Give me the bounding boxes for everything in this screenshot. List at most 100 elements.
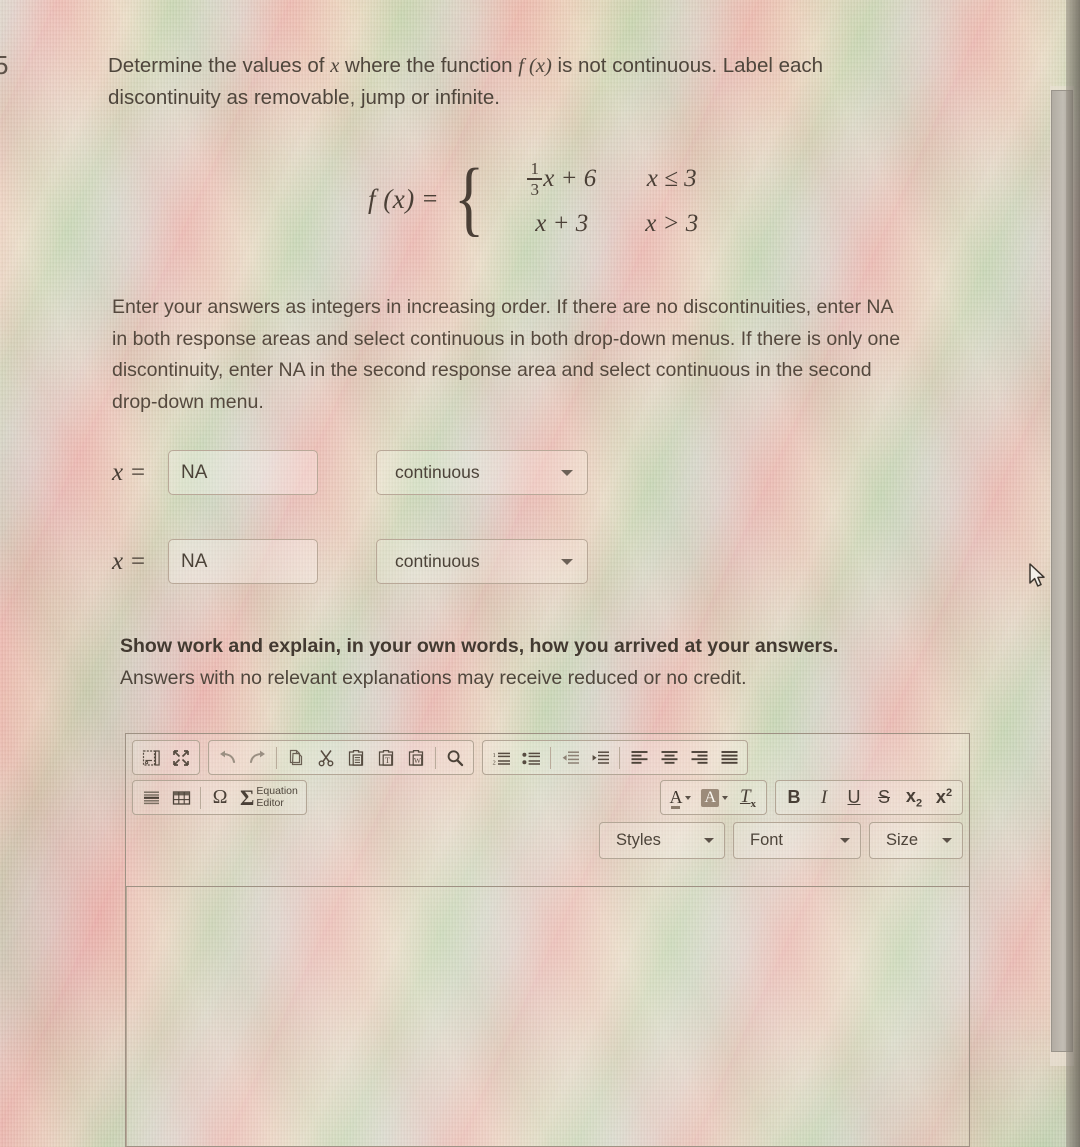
answer-2-input[interactable]: NA <box>168 539 318 584</box>
toolbar-group-colors: A A Tx <box>660 780 767 815</box>
equation-editor-line-2: Editor <box>256 796 284 809</box>
text-color-icon[interactable]: A <box>664 783 696 812</box>
undo-icon[interactable] <box>212 743 242 772</box>
horizontal-rule-icon[interactable] <box>136 783 166 812</box>
case-1-expression: 1 3 x + 6 <box>498 160 626 198</box>
superscript-mark: 2 <box>945 787 953 799</box>
equation-editor-label: Equation Editor <box>256 785 297 809</box>
question-number: 5 <box>0 50 9 80</box>
toolbar-group-paragraph: 1 2 <box>482 740 748 775</box>
prompt-part-2: where the function <box>339 54 519 77</box>
show-work-instruction: Show work and explain, in your own words… <box>120 630 910 694</box>
chevron-down-icon <box>561 558 573 565</box>
mouse-cursor <box>1028 562 1048 595</box>
underline-icon[interactable]: U <box>839 783 869 812</box>
answer-2-value: NA <box>181 550 208 572</box>
answer-row-2: x = NA continuous <box>112 539 588 584</box>
editor-content-inner[interactable] <box>126 887 969 1146</box>
toolbar-separator <box>200 786 201 809</box>
maximize-icon[interactable] <box>166 743 196 772</box>
italic-icon[interactable]: I <box>809 783 839 812</box>
background-color-icon[interactable]: A <box>696 783 733 812</box>
fraction-numerator: 1 <box>530 159 539 178</box>
question-page: 5 Determine the values of x where the fu… <box>0 0 1080 1147</box>
show-work-rest: Answers with no relevant explanations ma… <box>120 667 747 689</box>
paste-text-icon[interactable]: T <box>371 743 401 772</box>
toolbar-group-document <box>132 740 200 775</box>
prompt-part-1: Determine the values of <box>108 54 331 77</box>
styles-dropdown-label: Styles <box>616 831 661 849</box>
formula-equals: = <box>422 184 438 214</box>
chevron-down-icon <box>561 469 573 476</box>
cut-icon[interactable] <box>311 743 341 772</box>
prompt-variable-x: x <box>330 55 340 77</box>
justify-icon[interactable] <box>714 743 744 772</box>
case-2-expression: x + 3 <box>535 210 589 238</box>
source-icon[interactable] <box>136 743 166 772</box>
strikethrough-icon[interactable]: S <box>869 783 899 812</box>
svg-text:T: T <box>385 756 390 765</box>
outdent-icon[interactable] <box>555 743 585 772</box>
special-character-icon[interactable]: Ω <box>205 783 235 812</box>
align-left-icon[interactable] <box>624 743 654 772</box>
toolbar-group-clipboard: T W <box>208 740 474 775</box>
strikethrough-glyph: S <box>877 787 890 807</box>
size-dropdown[interactable]: Size <box>869 822 963 859</box>
toolbar-row-1: T W 1 2 <box>132 740 963 775</box>
redo-icon[interactable] <box>242 743 272 772</box>
font-dropdown[interactable]: Font <box>733 822 861 859</box>
numbered-list-icon[interactable]: 1 2 <box>486 743 516 772</box>
align-center-icon[interactable] <box>654 743 684 772</box>
chevron-down-icon <box>722 795 728 800</box>
sigma-icon: Σ <box>240 784 255 810</box>
subscript-icon[interactable]: x2 <box>899 783 929 812</box>
remove-format-glyph: Tx <box>739 785 757 810</box>
rich-text-editor[interactable]: T W 1 2 Ω Σ Equation Editor A A Tx B I U… <box>125 733 970 1147</box>
answer-1-label: x = <box>112 458 147 486</box>
superscript-glyph: x2 <box>936 787 952 808</box>
answer-1-value: NA <box>181 461 208 483</box>
toolbar-separator <box>550 746 551 769</box>
copy-icon[interactable] <box>281 743 311 772</box>
remove-format-icon[interactable]: Tx <box>733 783 763 812</box>
toolbar-group-insert: Ω Σ Equation Editor <box>132 780 307 815</box>
fraction-one-third: 1 3 <box>527 159 543 198</box>
find-icon[interactable] <box>440 743 470 772</box>
answer-2-dropdown-value: continuous <box>395 551 480 571</box>
answer-2-label: x = <box>112 547 147 575</box>
editor-content-area[interactable] <box>126 886 969 1146</box>
paste-icon[interactable] <box>341 743 371 772</box>
answer-1-input[interactable]: NA <box>168 450 318 495</box>
table-icon[interactable] <box>166 783 196 812</box>
case-1-condition: x ≤ 3 <box>646 165 697 193</box>
subscript-glyph: x2 <box>906 786 922 810</box>
formula-case-1: 1 3 x + 6 x ≤ 3 <box>498 160 718 198</box>
formula-case-2: x + 3 x > 3 <box>498 210 718 238</box>
svg-text:W: W <box>414 756 422 765</box>
answer-instructions: Enter your answers as integers in increa… <box>112 296 901 413</box>
equation-editor-button[interactable]: Σ Equation Editor <box>235 783 303 812</box>
align-right-icon[interactable] <box>684 743 714 772</box>
bold-icon[interactable]: B <box>779 783 809 812</box>
svg-text:2: 2 <box>492 759 495 765</box>
subscript-base: x <box>905 785 916 806</box>
styles-dropdown[interactable]: Styles <box>599 822 725 859</box>
indent-icon[interactable] <box>585 743 615 772</box>
answer-2-dropdown[interactable]: continuous <box>376 539 588 584</box>
subscript-mark: 2 <box>915 797 923 810</box>
toolbar-row-2: Ω Σ Equation Editor A A Tx B I U S x2 x2 <box>132 780 963 815</box>
toolbar-group-basicstyles: B I U S x2 x2 <box>775 780 963 815</box>
bold-glyph: B <box>787 787 801 807</box>
background-color-glyph: A <box>701 788 719 807</box>
answer-1-dropdown[interactable]: continuous <box>376 450 588 495</box>
paste-word-icon[interactable]: W <box>401 743 431 772</box>
toolbar-separator <box>276 746 277 769</box>
formula-brace: { <box>454 152 485 246</box>
bulleted-list-icon[interactable] <box>516 743 546 772</box>
superscript-icon[interactable]: x2 <box>929 783 959 812</box>
chevron-down-icon <box>840 838 850 843</box>
answer-row-1: x = NA continuous <box>112 450 588 495</box>
answer-1-dropdown-value: continuous <box>395 462 480 482</box>
formula-lhs: f (x) <box>368 183 415 214</box>
formula-cases: 1 3 x + 6 x ≤ 3 x + 3 x > 3 <box>498 160 718 238</box>
